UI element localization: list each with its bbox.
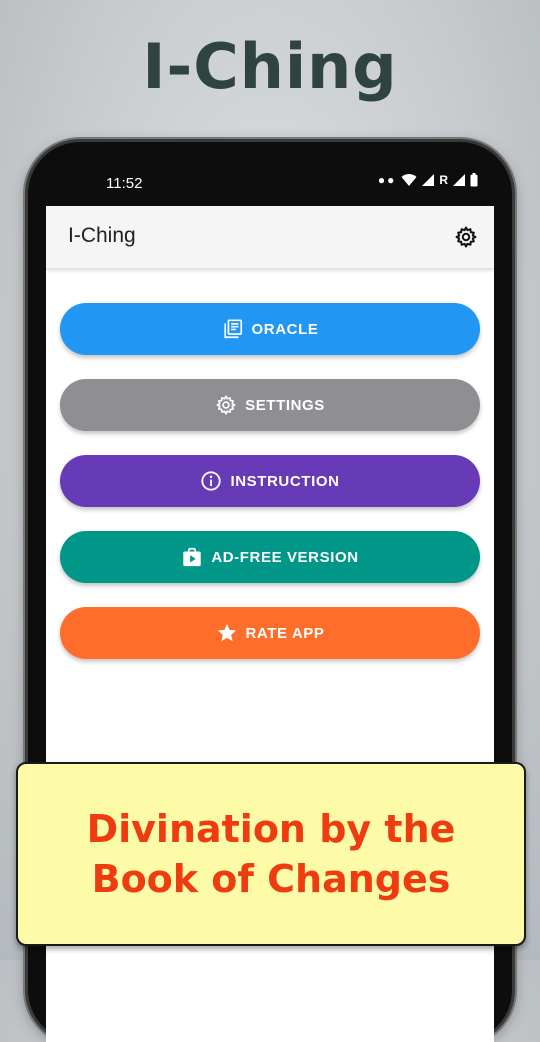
promo-title: I-Ching <box>142 30 398 103</box>
gear-icon[interactable] <box>454 225 478 249</box>
oracle-label: ORACLE <box>251 320 319 338</box>
promo-caption: Divination by the Book of Changes <box>87 804 456 904</box>
star-icon <box>217 623 236 642</box>
ad-free-version-label: AD-FREE VERSION <box>211 548 359 566</box>
status-icons: ●● R <box>378 173 478 187</box>
app-title: I-Ching <box>68 224 136 247</box>
oracle-button[interactable]: ORACLE <box>60 303 480 355</box>
main-menu: ORACLE SETTINGS INSTRUCTION AD-FREE VERS… <box>60 303 480 683</box>
ad-free-version-button[interactable]: AD-FREE VERSION <box>60 531 480 583</box>
caption-line-1: Divination by the <box>86 807 456 851</box>
rate-app-button[interactable]: RATE APP <box>60 607 480 659</box>
settings-label: SETTINGS <box>245 396 325 414</box>
signal-icon-2 <box>453 174 465 186</box>
status-time: 11:52 <box>106 175 143 192</box>
instruction-button[interactable]: INSTRUCTION <box>60 455 480 507</box>
instruction-label: INSTRUCTION <box>230 472 340 490</box>
app-bar: I-Ching <box>46 206 494 269</box>
rate-app-label: RATE APP <box>245 624 325 642</box>
promo-caption-box: Divination by the Book of Changes <box>16 762 526 946</box>
caption-line-2: Book of Changes <box>91 857 451 901</box>
gear-icon <box>216 395 236 415</box>
wifi-icon <box>401 174 417 186</box>
battery-icon <box>470 173 478 187</box>
book-icon <box>223 319 242 339</box>
status-bar: 11:52 ●● R <box>46 162 494 206</box>
settings-button[interactable]: SETTINGS <box>60 379 480 431</box>
network-type-label: R <box>439 173 448 187</box>
play-store-icon <box>183 547 202 567</box>
signal-icon <box>422 174 435 186</box>
notification-dots-icon: ●● <box>377 173 397 187</box>
info-icon <box>201 471 222 491</box>
